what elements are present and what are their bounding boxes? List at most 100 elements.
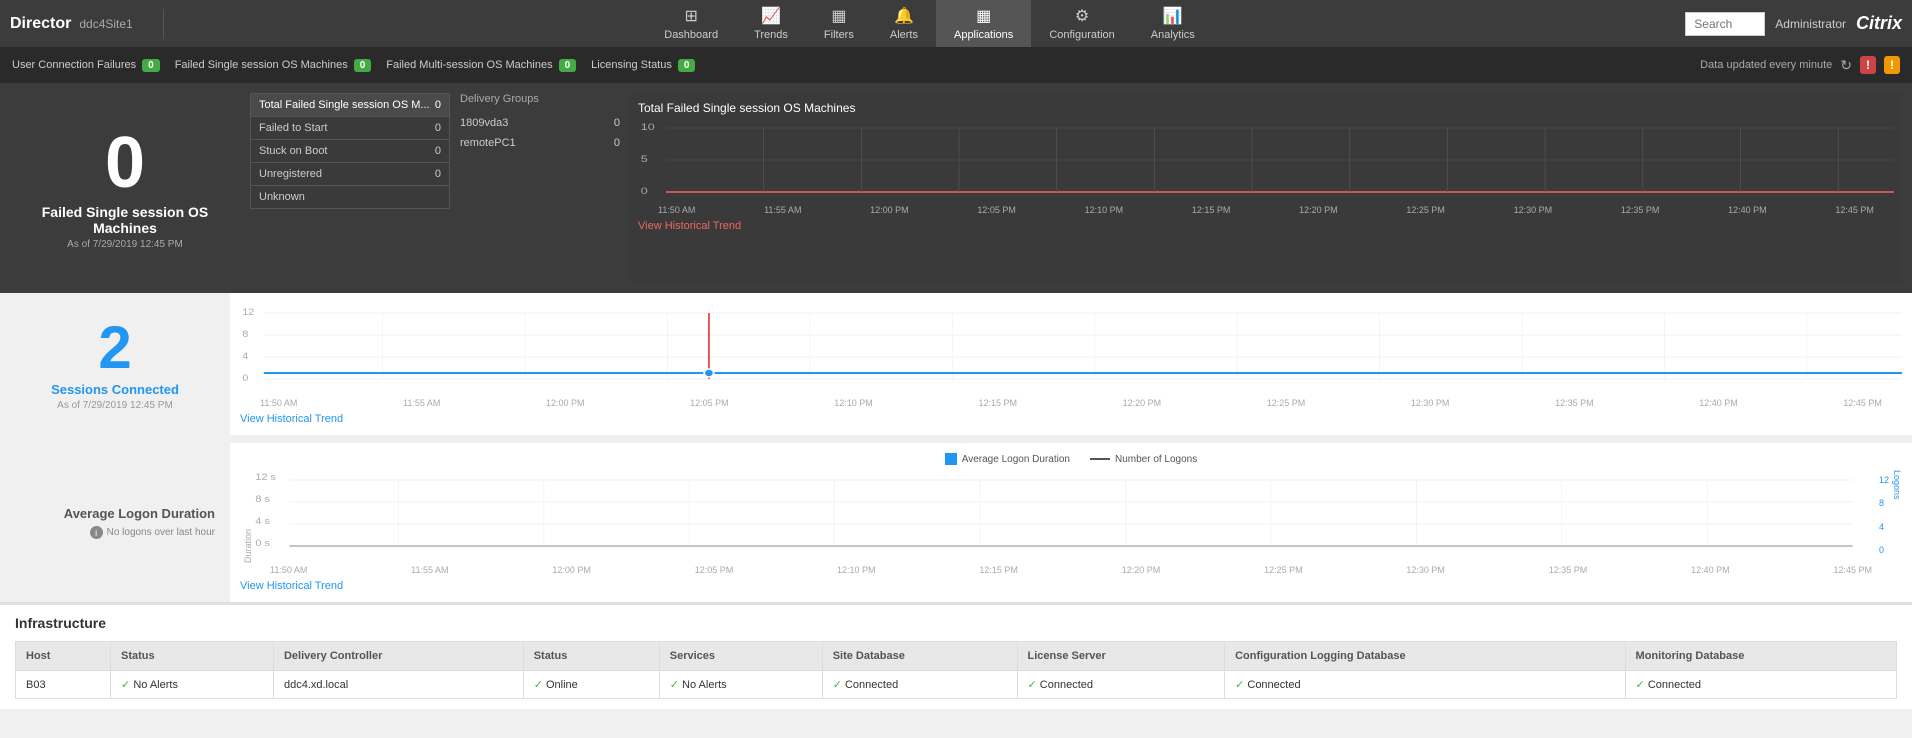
alert-bar: User Connection Failures 0 Failed Single… (0, 47, 1912, 83)
alert-failed-single-label: Failed Single session OS Machines (175, 59, 348, 71)
sessions-x-labels: 11:50 AM 11:55 AM 12:00 PM 12:05 PM 12:1… (240, 398, 1902, 408)
nav-item-analytics[interactable]: 📊 Analytics (1133, 0, 1213, 47)
alert-user-badge: 0 (142, 59, 160, 72)
failed-chart-panel: Total Failed Single session OS Machines … (630, 93, 1902, 283)
alert-user-label: User Connection Failures (12, 59, 136, 71)
y-right-labels: 12 8 4 0 (1879, 470, 1889, 560)
y-left-label: Duration (240, 470, 253, 563)
col-site-db: Site Database (822, 642, 1017, 671)
nav-item-configuration[interactable]: ⚙ Configuration (1031, 0, 1132, 47)
logon-chart-inner: 12 s 8 s 4 s 0 s (253, 470, 1889, 563)
check-icon-sitedb: ✓ (833, 679, 845, 691)
nav-item-alerts[interactable]: 🔔 Alerts (872, 0, 936, 47)
cell-config-log-text: Connected (1247, 679, 1300, 691)
logon-x-labels: 11:50 AM 11:55 AM 12:00 PM 12:05 PM 12:1… (240, 565, 1902, 575)
x-label-5: 12:15 PM (1192, 205, 1231, 215)
col-status: Status (111, 642, 274, 671)
cell-config-log: ✓ Connected (1225, 671, 1625, 699)
y-right-0: 0 (1879, 545, 1889, 555)
logon-label: Average Logon Duration (64, 506, 215, 521)
delivery-count-1: 0 (614, 137, 620, 149)
x-label-10: 12:40 PM (1728, 205, 1767, 215)
delivery-label-1: remotePC1 (460, 137, 516, 149)
analytics-icon: 📊 (1163, 6, 1183, 26)
nav-label-filters: Filters (824, 29, 854, 41)
refresh-icon[interactable]: ↻ (1840, 57, 1852, 74)
dropdown-row-count-0: 0 (435, 122, 441, 134)
alert-licensing[interactable]: Licensing Status 0 (591, 59, 695, 72)
check-icon-services: ✓ (670, 679, 682, 691)
citrix-logo: Citrix (1856, 13, 1902, 34)
dropdown-row-label-1: Stuck on Boot (259, 145, 328, 157)
svg-text:10: 10 (641, 123, 655, 133)
col-config-log: Configuration Logging Database (1225, 642, 1625, 671)
nav-label-alerts: Alerts (890, 29, 918, 41)
failed-dropdown-panel: Total Failed Single session OS M... 0 Fa… (250, 93, 450, 283)
cell-license-text: Connected (1040, 679, 1093, 691)
cell-monitor-db-text: Connected (1648, 679, 1701, 691)
sessions-view-link[interactable]: View Historical Trend (240, 413, 343, 425)
delivery-count-0: 0 (614, 117, 620, 129)
update-text: Data updated every minute (1700, 59, 1832, 71)
dashboard-icon: ⊞ (684, 6, 697, 26)
failed-view-link[interactable]: View Historical Trend (638, 220, 741, 232)
nav-item-filters[interactable]: ▦ Filters (806, 0, 872, 47)
check-icon-monitordb: ✓ (1636, 679, 1648, 691)
dropdown-row-unknown[interactable]: Unknown (251, 185, 449, 208)
x-label-1: 11:55 AM (764, 205, 801, 215)
logon-left: Average Logon Duration i No logons over … (0, 443, 230, 602)
dropdown-row-failed-start[interactable]: Failed to Start 0 (251, 116, 449, 139)
nav-item-applications[interactable]: ▦ Applications (936, 0, 1031, 47)
x-label-4: 12:10 PM (1085, 205, 1124, 215)
y-right-12: 12 (1879, 475, 1889, 485)
check-icon-status: ✓ (121, 679, 133, 691)
cell-services: ✓ No Alerts (659, 671, 822, 699)
x-label-11: 12:45 PM (1835, 205, 1874, 215)
dropdown-header-count: 0 (435, 99, 441, 111)
y-right-8: 8 (1879, 498, 1889, 508)
dropdown-row-count-1: 0 (435, 145, 441, 157)
delivery-groups-title: Delivery Groups (460, 93, 620, 105)
nav-item-trends[interactable]: 📈 Trends (736, 0, 806, 47)
x-label-9: 12:35 PM (1621, 205, 1660, 215)
nav-label-configuration: Configuration (1049, 29, 1114, 41)
dropdown-header-label: Total Failed Single session OS M... (259, 99, 430, 111)
alert-bar-right: Data updated every minute ↻ ! ! (1700, 56, 1900, 74)
x-label-2: 12:00 PM (870, 205, 909, 215)
check-icon-configlog: ✓ (1235, 679, 1247, 691)
alerts-icon: 🔔 (894, 6, 914, 26)
legend-num-label: Number of Logons (1115, 454, 1197, 465)
alert-user-connection[interactable]: User Connection Failures 0 (12, 59, 160, 72)
cell-license: ✓ Connected (1017, 671, 1225, 699)
nav-label-applications: Applications (954, 29, 1013, 41)
failed-dropdown-table: Total Failed Single session OS M... 0 Fa… (250, 93, 450, 209)
app-title: Director (10, 15, 71, 33)
info-icon: i (90, 526, 103, 539)
nav-item-dashboard[interactable]: ⊞ Dashboard (646, 0, 736, 47)
dropdown-row-unregistered[interactable]: Unregistered 0 (251, 162, 449, 185)
dropdown-header[interactable]: Total Failed Single session OS M... 0 (251, 94, 449, 116)
col-ctrl-status: Status (523, 642, 659, 671)
svg-text:12: 12 (242, 308, 254, 318)
cell-ctrl-status: ✓ Online (523, 671, 659, 699)
alert-failed-single[interactable]: Failed Single session OS Machines 0 (175, 59, 372, 72)
delivery-row-1[interactable]: remotePC1 0 (460, 133, 620, 153)
nav-user[interactable]: Administrator (1775, 17, 1846, 31)
dropdown-row-label-0: Failed to Start (259, 122, 327, 134)
search-input[interactable] (1685, 12, 1765, 36)
col-controller: Delivery Controller (273, 642, 523, 671)
delivery-row-0[interactable]: 1809vda3 0 (460, 113, 620, 133)
logon-chart-area: Average Logon Duration Number of Logons … (230, 443, 1912, 602)
failed-date: As of 7/29/2019 12:45 PM (67, 239, 183, 250)
x-label-6: 12:20 PM (1299, 205, 1338, 215)
sessions-count: 2 (98, 318, 131, 378)
alert-failed-multi[interactable]: Failed Multi-session OS Machines 0 (386, 59, 576, 72)
logon-view-link[interactable]: View Historical Trend (240, 580, 343, 592)
failed-count-panel: 0 Failed Single session OS Machines As o… (10, 93, 240, 283)
top-navigation: Director ddc4Site1 ⊞ Dashboard 📈 Trends … (0, 0, 1912, 47)
dropdown-row-stuck-boot[interactable]: Stuck on Boot 0 (251, 139, 449, 162)
sessions-label: Sessions Connected (51, 382, 179, 397)
legend-avg: Average Logon Duration (945, 453, 1070, 465)
svg-text:4 s: 4 s (255, 517, 270, 527)
svg-text:8 s: 8 s (255, 495, 270, 505)
